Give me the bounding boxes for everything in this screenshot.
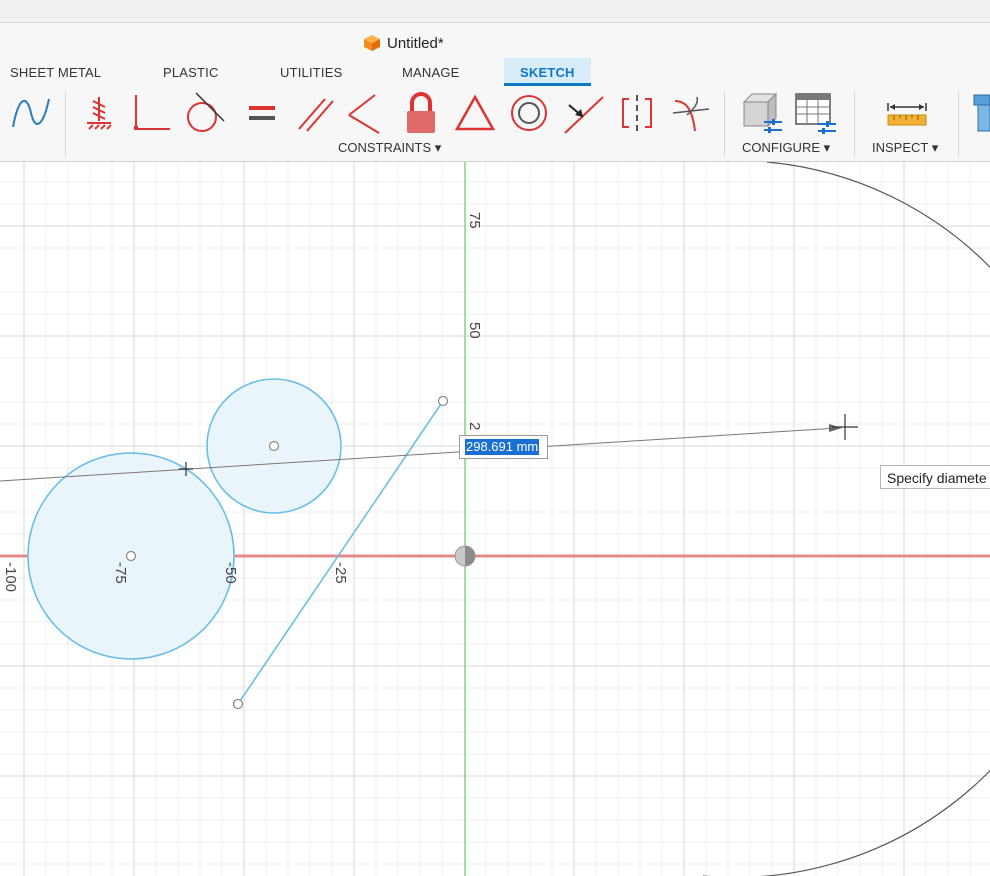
- document-title[interactable]: Untitled*: [363, 32, 444, 54]
- axis-label-y-50: 50: [466, 322, 483, 339]
- tab-sheet-metal[interactable]: SHEET METAL: [10, 65, 101, 80]
- axis-label-x-m100: -100: [2, 562, 19, 592]
- configure-model-icon[interactable]: [738, 90, 784, 136]
- inspect-menu[interactable]: INSPECT ▾: [872, 140, 938, 156]
- tab-plastic[interactable]: PLASTIC: [163, 65, 219, 80]
- title-bar: [0, 23, 990, 61]
- configure-menu[interactable]: CONFIGURE ▾: [742, 140, 830, 156]
- origin-marker[interactable]: [454, 545, 476, 567]
- spline-icon[interactable]: [8, 90, 54, 136]
- center-point-small: [268, 440, 280, 452]
- axis-label-y-25: 2: [466, 422, 483, 430]
- dimension-arrow: [829, 424, 842, 432]
- crosshair-cursor: [832, 414, 858, 440]
- concentric-constraint-icon[interactable]: [506, 90, 552, 136]
- top-strip: [0, 0, 990, 23]
- measure-icon[interactable]: [884, 90, 930, 136]
- fix-constraint-icon[interactable]: [76, 90, 122, 136]
- line-endpoint-start: [232, 698, 244, 710]
- document-title-label: Untitled*: [387, 34, 444, 52]
- constraints-menu[interactable]: CONSTRAINTS ▾: [338, 140, 441, 156]
- axis-label-x-m25: -25: [332, 562, 349, 584]
- toolbar-separator: [65, 92, 66, 156]
- equal-constraint-icon[interactable]: [238, 90, 284, 136]
- toolbar: CONSTRAINTS ▾ CONFIGURE ▾ INSPECT ▾: [0, 88, 990, 162]
- parallel-constraint-icon[interactable]: [292, 90, 338, 136]
- axis-label-x-m50: -50: [222, 562, 239, 584]
- toolbar-separator: [854, 92, 855, 156]
- lock-constraint-icon[interactable]: [398, 90, 444, 136]
- sketch-canvas[interactable]: 75 50 2 -100 -75 -50 -25: [0, 162, 990, 876]
- axis-label-x-m75: -75: [112, 562, 129, 584]
- tab-sketch[interactable]: SKETCH: [504, 58, 591, 86]
- configure-table-icon[interactable]: [792, 90, 838, 136]
- tab-utilities[interactable]: UTILITIES: [280, 65, 342, 80]
- specify-diameter-tooltip: Specify diamete: [880, 465, 990, 489]
- preview-circle: [703, 162, 990, 876]
- center-point-large: [125, 550, 137, 562]
- line-endpoint-end: [437, 395, 449, 407]
- fusion-cube-icon: [364, 35, 380, 51]
- triangle-constraint-icon[interactable]: [452, 90, 498, 136]
- toolbar-separator: [958, 92, 959, 156]
- midpoint-constraint-icon[interactable]: [560, 90, 606, 136]
- symmetry-constraint-icon[interactable]: [614, 90, 660, 136]
- axis-label-y-75: 75: [466, 212, 483, 229]
- perpendicular-constraint-icon[interactable]: [128, 90, 174, 136]
- tab-manage[interactable]: MANAGE: [402, 65, 460, 80]
- diameter-input[interactable]: 298.691 mm: [459, 435, 548, 459]
- curvature-constraint-icon[interactable]: [668, 90, 714, 136]
- collinear-constraint-icon[interactable]: [344, 90, 390, 136]
- tangent-constraint-icon[interactable]: [180, 90, 226, 136]
- toolbar-separator: [724, 92, 725, 156]
- fastener-icon[interactable]: [968, 90, 990, 136]
- diameter-input-value: 298.691 mm: [465, 439, 540, 455]
- tab-bar: SHEET METAL PLASTIC UTILITIES MANAGE SKE…: [0, 58, 990, 88]
